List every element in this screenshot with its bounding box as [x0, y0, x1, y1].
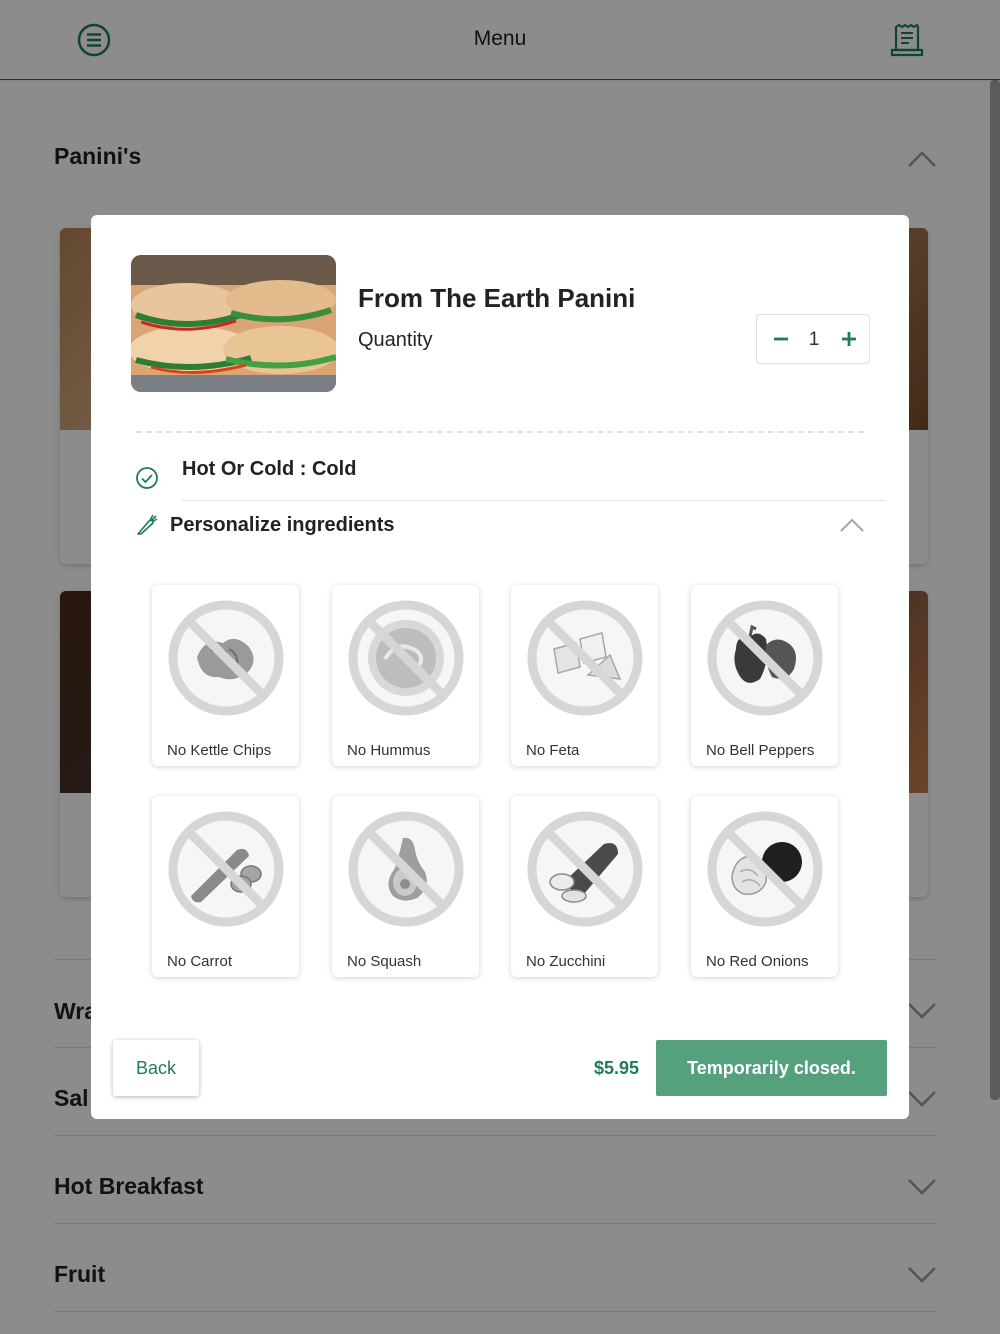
personalize-ingredients-label[interactable]: Personalize ingredients	[170, 514, 395, 537]
ingredient-card-squash[interactable]: No Squash	[332, 796, 479, 977]
squash-icon	[348, 811, 464, 927]
ingredient-card-zucchini[interactable]: No Zucchini	[511, 796, 658, 977]
bell-peppers-icon	[707, 600, 823, 716]
zucchini-icon	[527, 811, 643, 927]
quantity-label: Quantity	[358, 329, 433, 351]
ingredient-label: No Kettle Chips	[167, 742, 272, 759]
scrollbar[interactable]	[990, 80, 1000, 1100]
ingredient-label: No Red Onions	[706, 953, 809, 970]
back-button[interactable]: Back	[113, 1040, 199, 1096]
carrot-icon	[168, 811, 284, 927]
hot-cold-option[interactable]: Hot Or Cold : Cold	[182, 458, 356, 481]
plus-icon	[842, 332, 856, 346]
check-circle-icon	[136, 467, 158, 489]
chevron-up-icon[interactable]	[839, 516, 865, 534]
feta-icon	[527, 600, 643, 716]
ingredient-card-carrot[interactable]: No Carrot	[152, 796, 299, 977]
product-name: From The Earth Panini	[358, 283, 636, 313]
option-divider	[181, 500, 886, 501]
ingredient-label: No Squash	[347, 953, 422, 970]
ingredient-card-hummus[interactable]: No Hummus	[332, 585, 479, 766]
price-label: $5.95	[593, 1058, 639, 1078]
minus-icon	[774, 337, 788, 341]
ingredient-label: No Feta	[526, 742, 580, 759]
product-modal: From The Earth Panini Quantity 1 Hot Or …	[91, 215, 909, 1119]
red-onions-icon	[707, 811, 823, 927]
ingredient-card-feta[interactable]: No Feta	[511, 585, 658, 766]
ingredient-label: No Carrot	[167, 953, 233, 970]
ingredient-card-red-onions[interactable]: No Red Onions	[691, 796, 838, 977]
ingredient-label: No Hummus	[347, 742, 431, 759]
ingredient-card-bell-peppers[interactable]: No Bell Peppers	[691, 585, 838, 766]
kettle-chips-icon	[168, 600, 284, 716]
quantity-increment-button[interactable]	[833, 323, 865, 355]
carrot-icon	[137, 514, 158, 535]
ingredient-card-kettle-chips[interactable]: No Kettle Chips	[152, 585, 299, 766]
ingredient-label: No Zucchini	[526, 953, 606, 970]
ingredient-label: No Bell Peppers	[706, 742, 815, 759]
quantity-decrement-button[interactable]	[765, 323, 797, 355]
hummus-icon	[348, 600, 464, 716]
quantity-stepper: 1	[756, 314, 870, 364]
dashed-divider	[136, 431, 864, 433]
quantity-value: 1	[808, 329, 820, 350]
temporarily-closed-button[interactable]: Temporarily closed.	[656, 1040, 887, 1096]
panini-image	[131, 255, 336, 392]
